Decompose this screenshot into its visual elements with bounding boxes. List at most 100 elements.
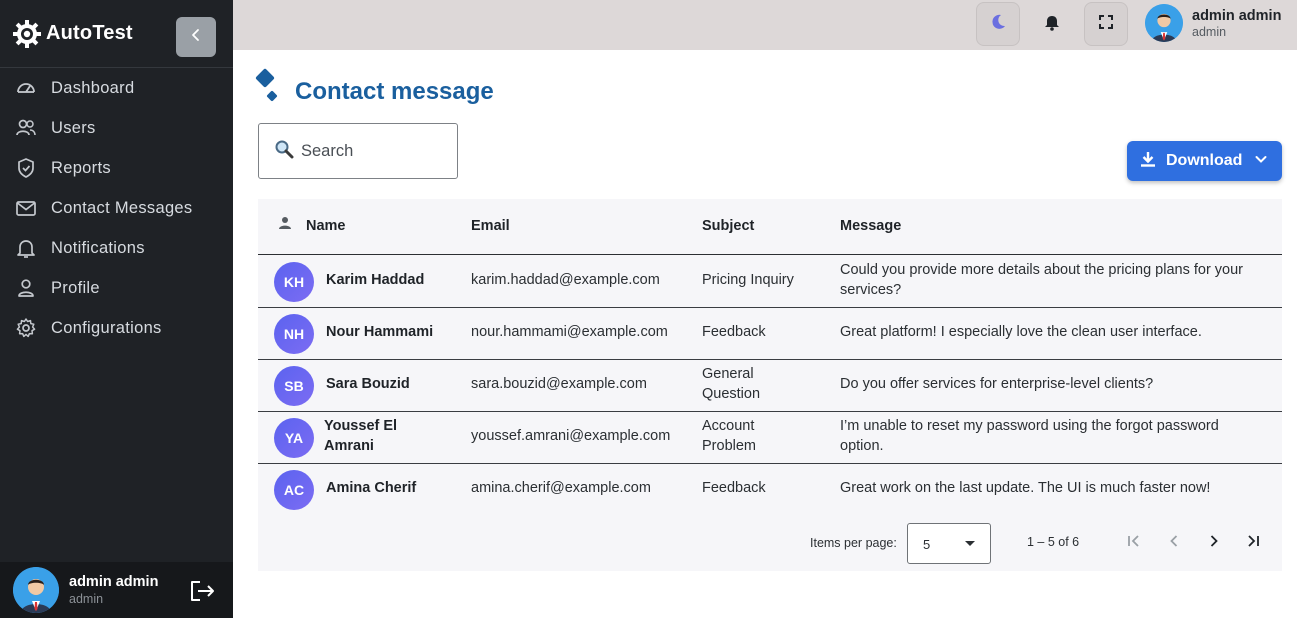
page-range-label: 1 – 5 of 6 [1027, 535, 1080, 549]
row-email: amina.cherif@example.com [471, 480, 651, 496]
sidebar-item-profile[interactable]: Profile [0, 268, 233, 308]
row-subject: Feedback [702, 324, 766, 340]
bell-icon [1044, 13, 1060, 36]
sidebar-item-label: Profile [51, 278, 100, 297]
row-message: Great work on the last update. The UI is… [840, 480, 1211, 496]
diamond-logo-icon [255, 68, 281, 111]
row-subject: Feedback [702, 480, 766, 496]
user-name: admin admin [1192, 7, 1282, 24]
user-role: admin [1192, 24, 1227, 39]
user-icon [15, 277, 37, 299]
sidebar: AutoTest Dashboard Users Reports Contact… [0, 0, 233, 618]
row-subject: Pricing Inquiry [702, 272, 794, 288]
sidebar-item-notifications[interactable]: Notifications [0, 228, 233, 268]
download-icon [1139, 150, 1157, 173]
row-name: Nour Hammami [326, 324, 434, 340]
page-header: Contact message [255, 68, 494, 111]
fullscreen-button[interactable] [1084, 2, 1128, 46]
sidebar-item-label: Contact Messages [51, 198, 193, 217]
previous-page-button[interactable] [1160, 529, 1188, 557]
sidebar-item-label: Reports [51, 158, 111, 177]
download-label: Download [1166, 152, 1243, 169]
dropdown-arrow-icon [965, 541, 975, 546]
items-per-page-select[interactable]: 5 [907, 523, 991, 564]
logout-button[interactable] [188, 578, 216, 604]
row-message: I’m unable to reset my password using th… [840, 418, 1219, 454]
row-message: Great platform! I especially love the cl… [840, 324, 1202, 340]
items-per-page-value: 5 [923, 537, 931, 552]
row-name: Amina Cherif [326, 480, 417, 496]
sidebar-item-reports[interactable]: Reports [0, 148, 233, 188]
row-name: Youssef El Amrani [324, 418, 398, 454]
gear-icon [15, 317, 37, 339]
last-page-button[interactable] [1239, 529, 1267, 557]
table-row[interactable]: NH Nour Hammami nour.hammami@example.com… [258, 308, 1282, 360]
last-page-icon [1245, 533, 1261, 554]
table-row[interactable]: YA Youssef El Amrani youssef.amrani@exam… [258, 412, 1282, 464]
contact-messages-table: Name Email Subject Message KH Karim Hadd… [258, 199, 1282, 571]
logout-icon [188, 581, 216, 608]
notifications-button[interactable] [1030, 2, 1074, 46]
chevron-right-icon [1206, 533, 1222, 554]
gear-logo-icon [11, 18, 43, 50]
table-row[interactable]: AC Amina Cherif amina.cherif@example.com… [258, 464, 1282, 516]
avatar[interactable] [13, 567, 59, 613]
user-menu[interactable]: admin admin admin [1145, 4, 1281, 42]
row-subject: General Question [702, 366, 761, 402]
column-header-email[interactable]: Email [471, 218, 510, 234]
sidebar-item-contact-messages[interactable]: Contact Messages [0, 188, 233, 228]
row-subject: Account Problem [702, 418, 756, 454]
fullscreen-icon [1098, 14, 1114, 35]
row-email: karim.haddad@example.com [471, 272, 660, 288]
avatar: KH [274, 262, 314, 302]
search-icon [274, 139, 294, 164]
column-header-subject[interactable]: Subject [702, 218, 754, 234]
chevron-left-icon [1166, 533, 1182, 554]
mail-icon [15, 197, 37, 219]
sidebar-item-users[interactable]: Users [0, 108, 233, 148]
next-page-button[interactable] [1200, 529, 1228, 557]
items-per-page-label: Items per page: [810, 536, 897, 550]
brand: AutoTest [0, 0, 233, 68]
sidebar-item-configurations[interactable]: Configurations [0, 308, 233, 348]
topbar: admin admin admin [233, 0, 1297, 50]
moon-icon [989, 13, 1007, 36]
users-icon [15, 117, 37, 139]
user-name: admin admin [69, 574, 159, 590]
first-page-icon [1126, 533, 1142, 554]
chevron-down-icon [1254, 152, 1268, 171]
sidebar-item-dashboard[interactable]: Dashboard [0, 68, 233, 108]
row-email: youssef.amrani@example.com [471, 428, 671, 444]
column-header-message[interactable]: Message [840, 218, 901, 234]
download-button[interactable]: Download [1127, 141, 1282, 181]
person-icon [278, 216, 292, 235]
avatar: SB [274, 366, 314, 406]
theme-toggle-button[interactable] [976, 2, 1020, 46]
collapse-sidebar-button[interactable] [176, 17, 216, 57]
page-title: Contact message [295, 77, 494, 105]
row-email: sara.bouzid@example.com [471, 376, 647, 392]
column-header-name[interactable]: Name [306, 218, 346, 234]
table-row[interactable]: SB Sara Bouzid sara.bouzid@example.com G… [258, 360, 1282, 412]
paginator: Items per page: 5 1 – 5 of 6 [258, 523, 1282, 564]
first-page-button[interactable] [1120, 529, 1148, 557]
user-role: admin [69, 592, 104, 606]
table-row[interactable]: KH Karim Haddad karim.haddad@example.com… [258, 256, 1282, 308]
search-input[interactable] [301, 141, 441, 161]
row-name: Karim Haddad [326, 272, 425, 288]
row-email: nour.hammami@example.com [471, 324, 668, 340]
avatar: YA [274, 418, 314, 458]
search-field[interactable] [258, 123, 458, 179]
table-header: Name Email Subject Message [258, 199, 1282, 255]
avatar: NH [274, 314, 314, 354]
app-name: AutoTest [46, 22, 133, 44]
dashboard-icon [15, 77, 37, 99]
sidebar-user-panel: admin admin admin [0, 562, 233, 618]
sidebar-item-label: Users [51, 118, 96, 137]
top-user-info: admin admin admin [1192, 8, 1281, 39]
row-message: Do you offer services for enterprise-lev… [840, 376, 1154, 392]
avatar [1145, 4, 1183, 42]
sidebar-item-label: Configurations [51, 318, 162, 337]
row-message: Could you provide more details about the… [840, 262, 1244, 298]
bell-icon [15, 237, 37, 259]
